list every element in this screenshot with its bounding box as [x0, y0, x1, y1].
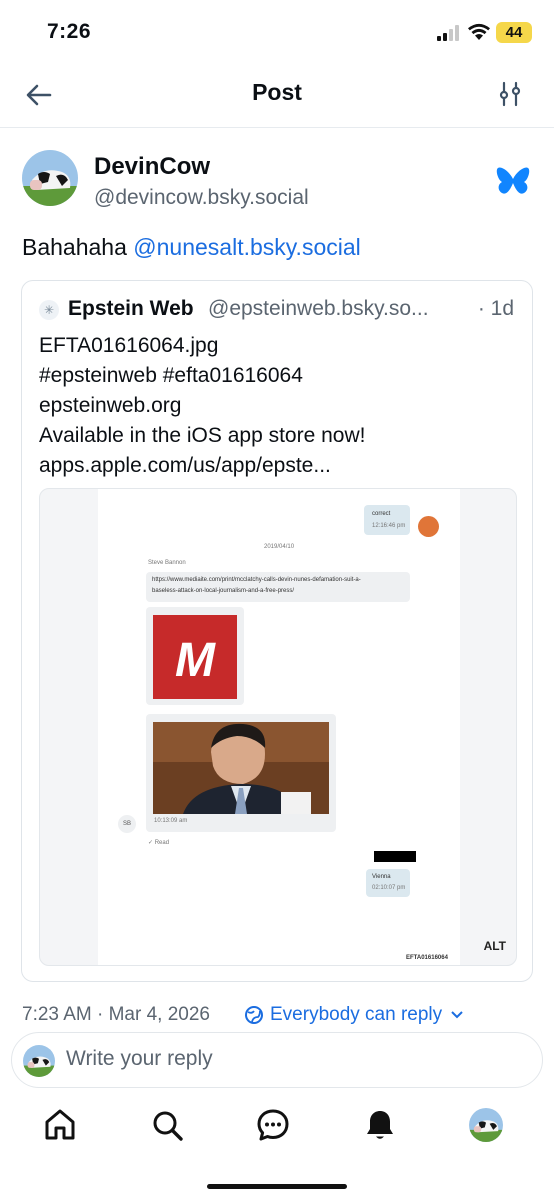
- alt-badge[interactable]: ALT: [484, 939, 506, 953]
- search-icon[interactable]: [150, 1108, 184, 1142]
- mediaite-logo: M: [153, 615, 237, 699]
- chat-icon[interactable]: [256, 1108, 290, 1142]
- document-id: EFTA01616064: [406, 955, 448, 961]
- message-text: Vienna: [372, 874, 391, 880]
- redaction-bar: [374, 851, 416, 862]
- reply-input[interactable]: [66, 1047, 506, 1071]
- date-separator: 2019/04/10: [264, 544, 295, 550]
- user-avatar: [418, 516, 439, 537]
- reply-permission-text: Everybody can reply: [270, 1004, 443, 1025]
- sender-initials-avatar: SB: [118, 815, 136, 833]
- mention-link[interactable]: @nunesalt.bsky.social: [133, 234, 360, 260]
- author-handle[interactable]: @devincow.bsky.social: [94, 186, 309, 210]
- post-header: Post: [0, 62, 554, 128]
- message-bubble: correct 12:16:46 pm: [364, 505, 410, 535]
- reply-composer[interactable]: [11, 1032, 543, 1088]
- photo-time: 10:13:09 am: [154, 818, 188, 824]
- embedded-image[interactable]: correct 12:16:46 pm 2019/04/10 Steve Ban…: [39, 488, 517, 966]
- cellular-signal-icon: [437, 25, 459, 41]
- user-avatar: [23, 1045, 55, 1077]
- quote-timestamp: · 1d: [477, 297, 514, 320]
- post-text-body: Bahahaha: [22, 234, 134, 260]
- quote-text: EFTA01616064.jpg #epsteinweb #efta016160…: [39, 331, 365, 481]
- quote-line[interactable]: epsteinweb.org: [39, 391, 365, 421]
- read-receipt: ✓ Read: [148, 840, 170, 846]
- bell-icon[interactable]: [363, 1108, 397, 1142]
- home-indicator: [207, 1184, 347, 1189]
- quote-line: Available in the iOS app store now!: [39, 424, 366, 447]
- link-text: https://www.mediaite.com/print/mcclatchy…: [152, 577, 361, 583]
- quote-line[interactable]: #epsteinweb #efta01616064: [39, 361, 365, 391]
- news-photo: [153, 722, 329, 814]
- quote-author-handle[interactable]: @epsteinweb.bsky.so...: [208, 297, 429, 321]
- quoted-post-card[interactable]: ✳ Epstein Web @epsteinweb.bsky.so... · 1…: [21, 280, 533, 982]
- link-text: baseless-attack-on-local-journalism-and-…: [152, 588, 295, 594]
- reply-permission-link[interactable]: Everybody can reply: [246, 1004, 464, 1026]
- quote-author-avatar[interactable]: ✳: [39, 300, 59, 320]
- photo-card: 10:13:09 am: [146, 714, 336, 832]
- home-icon[interactable]: [43, 1108, 77, 1142]
- sender-name: Steve Bannon: [148, 560, 186, 566]
- chevron-down-icon: [451, 1011, 464, 1019]
- sliders-icon[interactable]: [497, 80, 523, 108]
- logo-card: M: [146, 607, 244, 705]
- status-bar: 7:26 44: [0, 0, 554, 62]
- link-bubble: https://www.mediaite.com/print/mcclatchy…: [146, 572, 410, 602]
- wifi-icon: [468, 23, 490, 40]
- post-timestamp: 7:23 AM · Mar 4, 2026: [22, 1004, 210, 1025]
- message-time: 02:10:07 pm: [372, 885, 406, 891]
- message-bubble: Vienna 02:10:07 pm: [366, 869, 410, 897]
- author-avatar[interactable]: [22, 150, 78, 206]
- quote-line[interactable]: apps.apple.com/us/app/epste...: [39, 451, 365, 481]
- page-title: Post: [252, 79, 302, 105]
- document-page: correct 12:16:46 pm 2019/04/10 Steve Ban…: [98, 489, 460, 965]
- bottom-navigation: [0, 1100, 554, 1160]
- quote-line: EFTA01616064.jpg: [39, 334, 219, 357]
- quote-author-name[interactable]: Epstein Web: [68, 297, 194, 321]
- battery-indicator: 44: [496, 22, 532, 43]
- message-time: 12:16:46 pm: [372, 523, 406, 529]
- message-text: correct: [372, 511, 391, 517]
- profile-avatar[interactable]: [469, 1108, 503, 1142]
- bluesky-butterfly-icon: [496, 167, 530, 194]
- post-text: Bahahaha @nunesalt.bsky.social: [22, 234, 361, 261]
- status-time: 7:26: [47, 20, 92, 43]
- logo-letter: M: [175, 634, 215, 687]
- author-name[interactable]: DevinCow: [94, 153, 210, 181]
